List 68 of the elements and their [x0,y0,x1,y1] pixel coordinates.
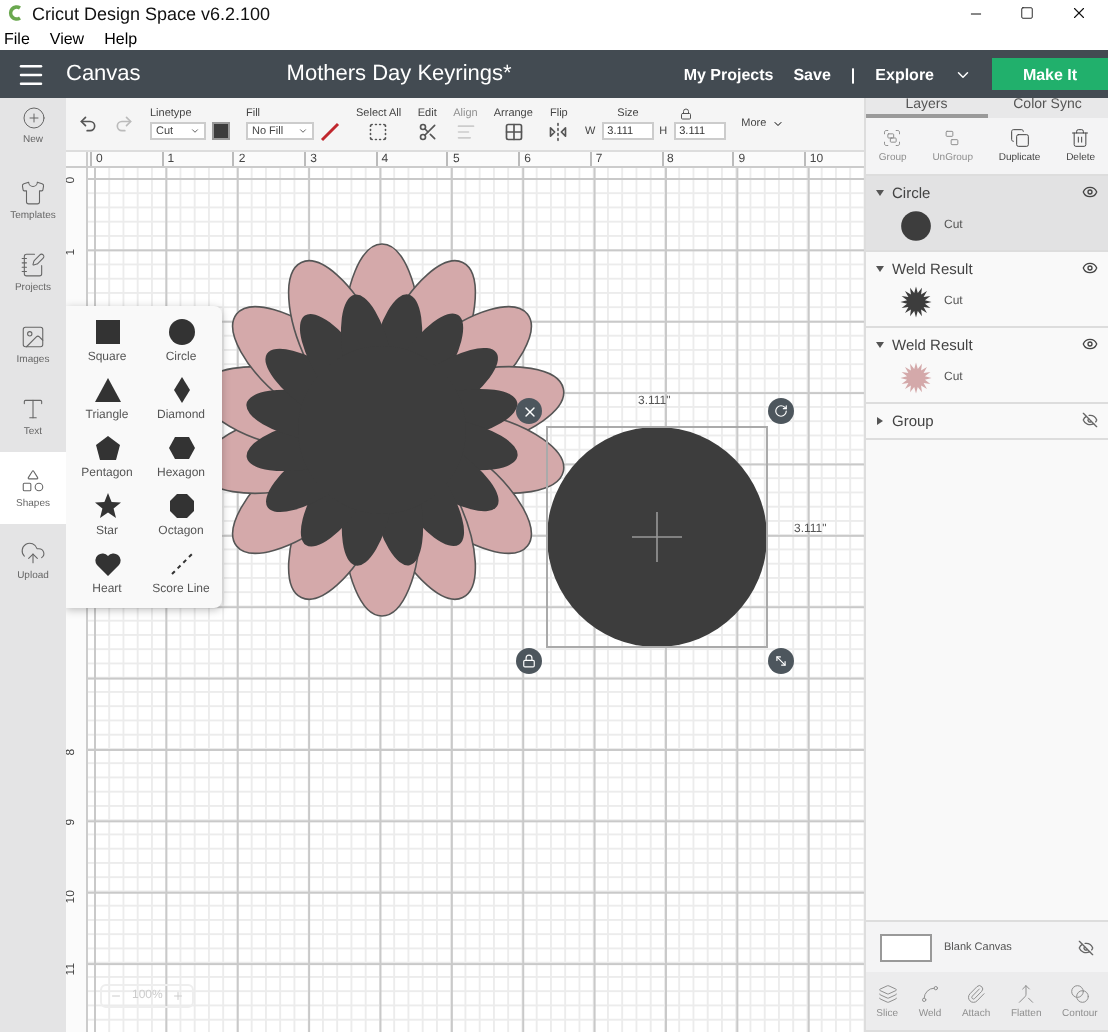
select-all-icon[interactable] [368,121,389,141]
canvas-thumbnail [880,933,932,961]
expand-caret-icon[interactable] [876,189,884,195]
group-icon [882,128,903,148]
eye-icon[interactable] [1082,260,1098,276]
caret-icon[interactable] [772,118,785,130]
circle-thumbnail-icon [900,210,932,242]
flower-thumbnail-icon [900,362,932,394]
expand-caret-icon[interactable] [876,341,884,347]
eye-off-icon[interactable] [1078,939,1094,955]
menu-item[interactable]: File [4,29,30,47]
scissors-icon[interactable] [417,121,438,141]
score-line-icon [167,550,195,578]
text-icon [20,395,46,421]
arrange-icon[interactable] [503,121,524,141]
window-title: Cricut Design Space v6.2.100 [32,3,271,23]
contour-icon [1069,983,1090,1003]
lock-icon[interactable] [680,108,693,120]
color-swatch[interactable] [212,122,230,140]
maximize-icon[interactable] [1020,6,1034,20]
section-title: Canvas [66,62,141,86]
cloud-upload-icon [20,539,46,565]
crosshair-icon [631,511,683,563]
header-link[interactable]: Save [793,65,831,83]
star-icon [93,492,121,520]
flip-icon[interactable] [548,121,569,141]
flower-thumbnail-icon [900,286,932,318]
hexagon-icon [167,434,195,462]
pentagon-icon [93,434,121,462]
header-link[interactable]: My Projects [683,65,774,83]
new-icon [21,105,45,129]
notebook-icon [20,251,46,277]
image-icon [20,323,46,349]
weld-icon [919,983,940,1003]
close-icon[interactable] [1070,4,1088,22]
lock-handle[interactable] [516,648,542,674]
trash-icon [1070,128,1091,148]
square-icon [93,318,121,346]
expand-caret-icon[interactable] [877,416,883,424]
eye-icon[interactable] [1082,336,1098,352]
flatten-icon [1016,983,1037,1003]
selected-circle[interactable] [546,426,768,648]
undo-icon[interactable] [78,114,98,134]
copy-icon [1009,128,1030,148]
heart-icon [93,550,121,578]
shapes-icon [20,467,46,493]
ungroup-icon [942,128,963,148]
explore-link[interactable]: Explore [875,65,934,83]
caret-icon[interactable] [298,126,308,136]
slice-icon [877,983,898,1003]
caret-icon[interactable] [190,126,200,136]
app-logo-icon [8,4,24,22]
octagon-icon [167,492,195,520]
expand-caret-icon[interactable] [876,265,884,271]
triangle-icon [93,376,121,404]
eye-icon[interactable] [1082,184,1098,200]
rotate-handle[interactable] [768,398,794,424]
no-fill-icon[interactable] [320,121,340,141]
menu-icon[interactable] [16,59,46,89]
separator-text: | [850,65,856,83]
menu-item[interactable]: Help [104,29,138,47]
shirt-icon [20,179,46,205]
eye-off-icon[interactable] [1082,412,1098,428]
resize-handle[interactable] [768,648,794,674]
project-title: Mothers Day Keyrings* [286,62,512,86]
paperclip-icon [966,983,987,1003]
circle-icon [167,318,195,346]
menu-item[interactable]: View [49,29,85,47]
